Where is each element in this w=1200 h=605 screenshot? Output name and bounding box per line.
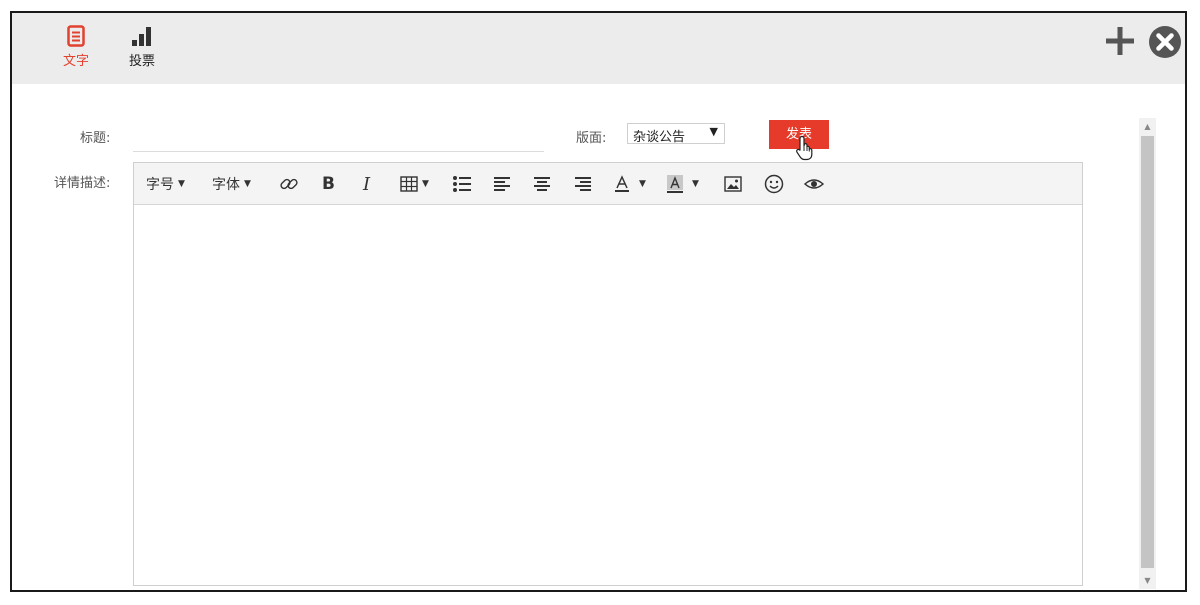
hand-cursor-icon — [796, 135, 813, 161]
font-family-dropdown[interactable]: 字体 ▼ — [212, 174, 251, 194]
font-size-dropdown[interactable]: 字号 ▼ — [146, 174, 185, 194]
add-button[interactable] — [1104, 25, 1136, 61]
caret-down-icon: ▼ — [692, 179, 699, 189]
align-right-icon — [575, 177, 591, 191]
background-color-button[interactable]: ▼ — [666, 174, 699, 194]
close-circle-icon — [1149, 26, 1181, 58]
editor-toolbar: 字号 ▼ 字体 ▼ B I ▼ ▼ ▼ — [134, 163, 1082, 205]
compose-dialog: 文字 投票 标题: 版面: 杂谈公告 ▼ 发表 详情描述: 字号 ▼ 字体 ▼ … — [10, 11, 1187, 592]
tab-vote[interactable]: 投票 — [122, 25, 162, 69]
eye-icon — [804, 179, 824, 189]
document-icon — [67, 25, 85, 47]
scroll-up-icon[interactable]: ▲ — [1139, 118, 1156, 135]
align-right-button[interactable] — [574, 174, 592, 194]
caret-down-icon: ▼ — [422, 179, 429, 189]
image-icon — [724, 176, 742, 192]
board-select-value: 杂谈公告 — [633, 130, 686, 145]
background-color-icon — [667, 175, 683, 193]
title-label: 标题: — [80, 131, 111, 146]
caret-down-icon: ▼ — [639, 179, 646, 189]
caret-down-icon: ▼ — [244, 179, 251, 189]
bold-button[interactable]: B — [322, 174, 335, 194]
insert-image-button[interactable] — [724, 174, 742, 194]
board-select[interactable]: 杂谈公告 ▼ — [627, 123, 725, 145]
align-center-button[interactable] — [533, 174, 551, 194]
rich-text-editor: 字号 ▼ 字体 ▼ B I ▼ ▼ ▼ — [133, 162, 1083, 586]
italic-button[interactable]: I — [363, 174, 370, 195]
title-input[interactable] — [133, 123, 544, 152]
compose-topbar: 文字 投票 — [12, 13, 1185, 84]
link-icon — [280, 178, 298, 190]
scroll-down-icon[interactable]: ▼ — [1139, 572, 1156, 589]
table-button[interactable]: ▼ — [400, 174, 429, 194]
caret-down-icon: ▼ — [178, 179, 185, 189]
dropdown-arrow-icon: ▼ — [709, 125, 718, 138]
bullet-list-icon — [453, 176, 471, 192]
font-family-label: 字体 — [212, 177, 240, 193]
board-label: 版面: — [576, 131, 607, 146]
close-button[interactable] — [1148, 25, 1182, 63]
emoji-button[interactable] — [764, 174, 784, 194]
tab-vote-label: 投票 — [128, 54, 155, 69]
vertical-scrollbar[interactable]: ▲ ▼ — [1139, 118, 1156, 589]
editor-content-area[interactable] — [134, 205, 1082, 585]
align-center-icon — [534, 177, 550, 191]
align-left-icon — [494, 177, 510, 191]
tab-text[interactable]: 文字 — [56, 25, 96, 69]
align-left-button[interactable] — [493, 174, 511, 194]
preview-button[interactable] — [804, 174, 824, 194]
tab-text-label: 文字 — [62, 54, 89, 69]
bullet-list-button[interactable] — [452, 174, 472, 194]
font-size-label: 字号 — [146, 177, 174, 193]
scrollbar-thumb[interactable] — [1141, 136, 1154, 568]
table-icon — [400, 176, 418, 192]
font-color-button[interactable]: ▼ — [613, 174, 646, 194]
link-button[interactable] — [279, 174, 299, 194]
description-label: 详情描述: — [54, 176, 111, 191]
bar-chart-icon — [132, 27, 151, 46]
font-color-icon — [615, 175, 629, 192]
plus-icon — [1106, 27, 1134, 55]
smiley-icon — [764, 174, 784, 194]
